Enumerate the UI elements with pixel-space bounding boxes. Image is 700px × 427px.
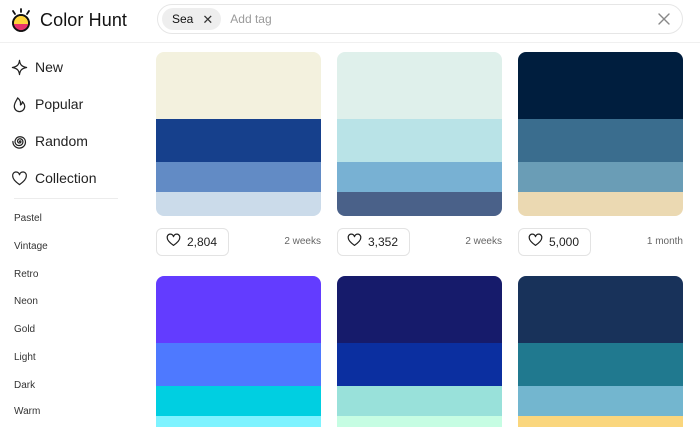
color-palette[interactable] xyxy=(518,52,683,216)
color-swatch[interactable] xyxy=(337,119,502,162)
color-swatch[interactable] xyxy=(156,343,321,386)
like-count: 5,000 xyxy=(549,235,580,249)
sidebar-tag-dark[interactable]: Dark xyxy=(14,380,35,391)
app-name: Color Hunt xyxy=(40,9,128,30)
color-swatch[interactable] xyxy=(518,416,683,427)
spiral-icon xyxy=(10,132,28,150)
color-swatch[interactable] xyxy=(337,192,502,216)
sparkle-icon xyxy=(10,58,28,76)
tag-search-input[interactable] xyxy=(230,12,650,26)
color-palette[interactable] xyxy=(337,276,502,427)
color-swatch[interactable] xyxy=(518,162,683,192)
palette-date: 1 month xyxy=(646,236,683,247)
palette-date: 2 weeks xyxy=(284,236,321,247)
color-swatch[interactable] xyxy=(337,343,502,386)
flame-icon xyxy=(10,95,28,113)
color-swatch[interactable] xyxy=(156,162,321,192)
color-palette[interactable] xyxy=(337,52,502,216)
tag-search-bar[interactable]: Sea ✕ xyxy=(157,4,683,34)
color-swatch[interactable] xyxy=(518,192,683,216)
sidebar-divider xyxy=(14,198,118,199)
color-swatch[interactable] xyxy=(156,52,321,119)
heart-icon xyxy=(10,169,28,187)
logo[interactable]: Color Hunt xyxy=(8,6,127,34)
color-swatch[interactable] xyxy=(337,386,502,416)
sidebar-item-label: Random xyxy=(35,133,88,149)
color-palette[interactable] xyxy=(156,52,321,216)
like-count: 3,352 xyxy=(368,235,399,249)
like-button[interactable]: 2,804 xyxy=(156,228,229,256)
color-swatch[interactable] xyxy=(518,276,683,343)
sidebar-tag-vintage[interactable]: Vintage xyxy=(14,241,48,252)
sidebar-item-new[interactable]: New xyxy=(10,56,63,78)
color-swatch[interactable] xyxy=(337,162,502,192)
sidebar-tag-retro[interactable]: Retro xyxy=(14,269,38,280)
color-swatch[interactable] xyxy=(156,416,321,427)
color-swatch[interactable] xyxy=(156,192,321,216)
color-swatch[interactable] xyxy=(518,386,683,416)
sidebar-item-random[interactable]: Random xyxy=(10,130,88,152)
color-swatch[interactable] xyxy=(518,119,683,162)
sidebar-item-label: Collection xyxy=(35,170,97,186)
sidebar-item-label: New xyxy=(35,59,64,75)
like-count: 2,804 xyxy=(187,235,218,249)
clear-search-icon[interactable] xyxy=(650,5,678,33)
tag-chip[interactable]: Sea ✕ xyxy=(162,8,222,30)
sidebar-tag-warm[interactable]: Warm xyxy=(14,406,40,414)
sidebar-tag-pastel[interactable]: Pastel xyxy=(14,213,42,224)
color-swatch[interactable] xyxy=(337,52,502,119)
color-swatch[interactable] xyxy=(337,276,502,343)
sidebar: New Popular Random Collection Pastel Vin… xyxy=(0,43,140,427)
sidebar-tag-light[interactable]: Light xyxy=(14,352,36,363)
remove-tag-icon[interactable]: ✕ xyxy=(202,13,213,26)
color-swatch[interactable] xyxy=(518,52,683,119)
color-swatch[interactable] xyxy=(156,276,321,343)
color-palette[interactable] xyxy=(518,276,683,427)
color-swatch[interactable] xyxy=(337,416,502,427)
heart-icon xyxy=(166,232,181,252)
palette-date: 2 weeks xyxy=(465,236,502,247)
like-button[interactable]: 5,000 xyxy=(518,228,591,256)
sidebar-item-label: Popular xyxy=(35,96,84,112)
color-swatch[interactable] xyxy=(518,343,683,386)
sidebar-item-popular[interactable]: Popular xyxy=(10,93,83,115)
color-palette[interactable] xyxy=(156,276,321,427)
color-swatch[interactable] xyxy=(156,119,321,162)
color-hunt-logo-icon xyxy=(8,7,34,33)
sidebar-tag-gold[interactable]: Gold xyxy=(14,324,35,335)
tag-chip-label: Sea xyxy=(172,12,194,26)
color-swatch[interactable] xyxy=(156,386,321,416)
sidebar-item-collection[interactable]: Collection xyxy=(10,167,96,189)
sidebar-tag-neon[interactable]: Neon xyxy=(14,296,38,307)
heart-icon xyxy=(347,232,362,252)
heart-icon xyxy=(528,232,543,252)
like-button[interactable]: 3,352 xyxy=(337,228,410,256)
